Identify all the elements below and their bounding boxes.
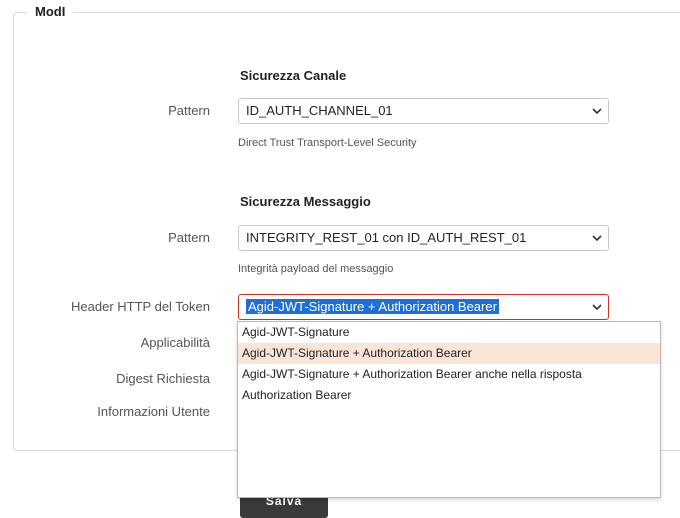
- message-section-title: Sicurezza Messaggio: [240, 194, 371, 209]
- chevron-down-icon: [592, 296, 602, 311]
- channel-pattern-hint: Direct Trust Transport-Level Security: [238, 137, 417, 149]
- message-pattern-value: INTEGRITY_REST_01 con ID_AUTH_REST_01: [246, 230, 527, 245]
- dropdown-option-highlighted[interactable]: Agid-JWT-Signature + Authorization Beare…: [238, 343, 660, 364]
- token-header-dropdown: Agid-JWT-Signature Agid-JWT-Signature + …: [237, 321, 661, 498]
- token-header-label: Header HTTP del Token: [71, 299, 210, 314]
- dropdown-option[interactable]: Authorization Bearer: [238, 385, 660, 406]
- chevron-down-icon: [592, 227, 602, 242]
- channel-pattern-select[interactable]: ID_AUTH_CHANNEL_01: [238, 98, 609, 124]
- channel-pattern-value: ID_AUTH_CHANNEL_01: [246, 103, 393, 118]
- applicability-label: Applicabilità: [140, 335, 210, 350]
- fieldset-legend: ModI: [27, 4, 74, 19]
- token-header-value: Agid-JWT-Signature + Authorization Beare…: [246, 299, 499, 314]
- channel-section-title: Sicurezza Canale: [240, 68, 347, 83]
- channel-pattern-label: Pattern: [168, 103, 210, 118]
- user-info-label: Informazioni Utente: [97, 404, 210, 419]
- digest-label: Digest Richiesta: [116, 371, 210, 386]
- message-pattern-select[interactable]: INTEGRITY_REST_01 con ID_AUTH_REST_01: [238, 225, 609, 251]
- dropdown-option[interactable]: Agid-JWT-Signature + Authorization Beare…: [238, 364, 660, 385]
- chevron-down-icon: [592, 100, 602, 115]
- message-pattern-label: Pattern: [168, 230, 210, 245]
- dropdown-option[interactable]: Agid-JWT-Signature: [238, 322, 660, 343]
- token-header-select[interactable]: Agid-JWT-Signature + Authorization Beare…: [238, 294, 609, 320]
- message-pattern-hint: Integrità payload del messaggio: [238, 263, 394, 275]
